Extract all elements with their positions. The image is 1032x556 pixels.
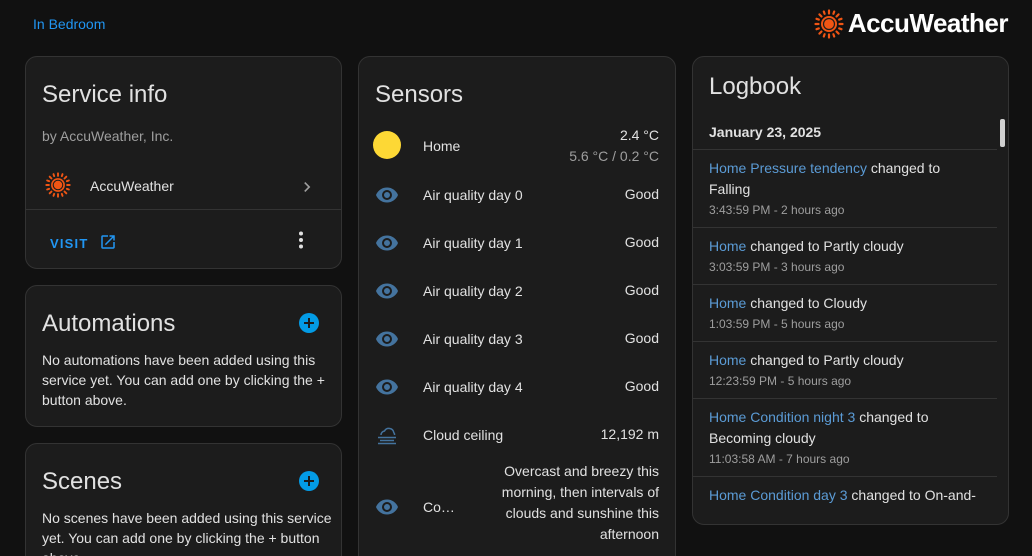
sensor-value: Good (624, 234, 659, 250)
sensor-row-home[interactable]: Home 2.4 °C 5.6 °C / 0.2 °C (359, 125, 675, 169)
open-in-new-icon (99, 233, 117, 254)
sensor-row-air-quality-4[interactable]: Air quality day 4 Good (359, 375, 675, 399)
log-action: changed to Partly cloudy (746, 352, 904, 368)
sensor-label: Co… (423, 499, 455, 515)
add-scene-button[interactable] (299, 471, 319, 491)
log-entity-link[interactable]: Home (709, 295, 746, 311)
log-entity-link[interactable]: Home Condition night 3 (709, 409, 855, 425)
log-time: 1:03:59 PM - 5 hours ago (709, 317, 845, 331)
plus-icon (304, 318, 314, 328)
sensor-label: Air quality day 2 (423, 283, 523, 299)
eye-icon (375, 375, 399, 399)
sensor-label: Home (423, 138, 461, 154)
logbook-card: Logbook January 23, 2025 Home Pressure t… (692, 56, 1009, 525)
eye-icon (375, 231, 399, 255)
log-entry: Home Condition night 3 changed to Becomi… (693, 398, 997, 476)
sensor-row-cloud-ceiling[interactable]: Cloud ceiling 12,192 m (359, 423, 675, 447)
automations-title: Automations (42, 310, 176, 337)
eye-icon (375, 279, 399, 303)
accuweather-logo: AccuWeather (814, 8, 1009, 39)
visit-label: VISIT (50, 235, 89, 251)
integration-name: AccuWeather (90, 178, 174, 194)
log-entity-link[interactable]: Home (709, 238, 746, 254)
plus-icon (304, 476, 314, 486)
divider (26, 209, 341, 210)
log-entity-link[interactable]: Home Pressure tendency (709, 160, 867, 176)
logbook-date: January 23, 2025 (709, 124, 822, 140)
sensor-label: Air quality day 0 (423, 187, 523, 203)
automations-empty-text: No automations have been added using thi… (42, 352, 325, 408)
service-info-card: Service info by AccuWeather, Inc. AccuWe… (25, 56, 342, 269)
sensor-row-air-quality-3[interactable]: Air quality day 3 Good (359, 327, 675, 351)
service-manufacturer: by AccuWeather, Inc. (42, 128, 174, 144)
service-info-title: Service info (42, 81, 168, 108)
sensor-value: 2.4 °C 5.6 °C / 0.2 °C (569, 125, 659, 167)
weather-fog-icon (375, 423, 399, 447)
sensor-value: Good (624, 186, 659, 202)
sensor-row-air-quality-0[interactable]: Air quality day 0 Good (359, 183, 675, 207)
accuweather-icon (45, 172, 71, 203)
log-time: 3:03:59 PM - 3 hours ago (709, 260, 845, 274)
logbook-title: Logbook (709, 73, 802, 100)
sensors-card: Sensors Home 2.4 °C 5.6 °C / 0.2 °C Air … (358, 56, 676, 556)
log-action: changed to Partly cloudy (746, 238, 904, 254)
scenes-empty-text: No scenes have been added using this ser… (42, 510, 332, 556)
sensor-label: Air quality day 1 (423, 235, 523, 251)
sun-icon (373, 131, 401, 159)
sensor-label: Air quality day 3 (423, 331, 523, 347)
logbook-list[interactable]: Home Pressure tendency changed to Fallin… (693, 149, 997, 524)
eye-icon (375, 327, 399, 351)
log-time: 3:43:59 PM - 2 hours ago (709, 203, 845, 217)
sensor-temperature-range: 5.6 °C / 0.2 °C (569, 148, 659, 164)
sensor-row-air-quality-1[interactable]: Air quality day 1 Good (359, 231, 675, 255)
integration-row[interactable]: AccuWeather (26, 165, 341, 209)
add-automation-button[interactable] (299, 313, 319, 333)
log-entry: Home changed to Partly cloudy 12:23:59 P… (693, 341, 997, 398)
eye-icon (375, 183, 399, 207)
chevron-right-icon (297, 177, 317, 202)
log-entry: Home changed to Partly cloudy 3:03:59 PM… (693, 227, 997, 284)
breadcrumb[interactable]: In Bedroom (33, 16, 105, 32)
scrollbar[interactable] (1000, 119, 1005, 147)
sensor-row-condition[interactable]: Co… Overcast and breezy this morning, th… (359, 461, 675, 549)
log-time: 12:23:59 PM - 5 hours ago (709, 374, 852, 388)
sensor-value: Good (624, 378, 659, 394)
visit-button[interactable]: VISIT (42, 225, 125, 261)
eye-icon (375, 495, 399, 519)
log-entity-link[interactable]: Home (709, 352, 746, 368)
brand-name: AccuWeather (847, 8, 1009, 38)
sensor-value: 12,192 m (600, 426, 659, 442)
log-entity-link[interactable]: Home Condition day 3 (709, 487, 848, 503)
log-time: 11:03:58 AM - 7 hours ago (709, 452, 850, 466)
log-action: changed to On-and- (847, 487, 976, 503)
sensor-value: Good (624, 330, 659, 346)
log-entry: Home changed to Cloudy 1:03:59 PM - 5 ho… (693, 284, 997, 341)
sensor-label: Air quality day 4 (423, 379, 523, 395)
sensor-value: Good (624, 282, 659, 298)
scenes-title: Scenes (42, 468, 123, 495)
sensor-label: Cloud ceiling (423, 427, 504, 443)
scenes-card: Scenes No scenes have been added using t… (25, 443, 342, 556)
log-entry: Home Pressure tendency changed to Fallin… (693, 149, 997, 227)
accuweather-sun-icon (814, 8, 844, 39)
more-vert-icon[interactable] (289, 228, 313, 252)
automations-card: Automations No automations have been add… (25, 285, 342, 427)
sensors-title: Sensors (375, 81, 464, 108)
log-entry: Home Condition day 3 changed to On-and- (693, 476, 997, 519)
sensor-value: Overcast and breezy this morning, then i… (501, 463, 659, 542)
sensor-temperature: 2.4 °C (619, 127, 659, 143)
sensor-row-air-quality-2[interactable]: Air quality day 2 Good (359, 279, 675, 303)
log-action: changed to Cloudy (746, 295, 867, 311)
